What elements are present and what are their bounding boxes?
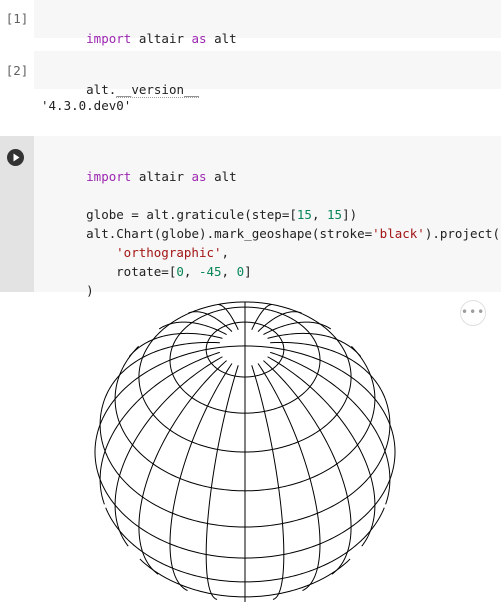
meridian-line	[257, 311, 302, 332]
code-token: altair	[131, 169, 192, 184]
meridian-line	[104, 341, 220, 399]
code-cell-2[interactable]: [2] alt.__version__	[0, 51, 501, 98]
meridian-line	[267, 332, 362, 357]
cell-1-editor[interactable]: import altair as alt	[34, 0, 501, 46]
code-line-6: rotate=[0, -45, 0]	[71, 243, 252, 300]
code-string: 'black'	[372, 226, 425, 241]
code-token: ]	[244, 264, 252, 279]
meridian-line	[114, 356, 223, 547]
code-number: 0	[176, 264, 184, 279]
code-token: ,	[221, 264, 237, 279]
code-number: -45	[198, 264, 222, 279]
code-token: alt	[206, 169, 237, 184]
code-token: )	[86, 283, 94, 298]
keyword-as: as	[191, 169, 207, 184]
cell-2-editor[interactable]: alt.__version__	[34, 51, 501, 98]
cell-2-output: '4.3.0.dev0'	[41, 98, 132, 113]
keyword-import: import	[86, 31, 132, 46]
play-icon[interactable]	[7, 149, 24, 166]
code-cell-3[interactable]: import altair as alt globe = alt.graticu…	[0, 136, 501, 298]
globe-chart	[94, 301, 396, 602]
code-token: altair	[131, 31, 192, 46]
code-cell-1[interactable]: [1] import altair as alt	[0, 0, 501, 46]
code-token: alt.	[86, 82, 117, 97]
more-horizontal-icon[interactable]: •••	[460, 300, 486, 326]
cell-3-editor[interactable]: import altair as alt globe = alt.graticu…	[34, 136, 501, 298]
code-token: alt	[206, 31, 237, 46]
meridian-line	[251, 365, 285, 600]
code-token: ,	[183, 264, 199, 279]
code-number: 0	[236, 264, 245, 279]
cell-1-prompt: [1]	[5, 11, 29, 26]
keyword-as: as	[191, 31, 207, 46]
meridian-line	[205, 365, 239, 600]
meridian-line	[188, 311, 233, 332]
keyword-import: import	[86, 169, 132, 184]
meridian-line	[267, 356, 376, 547]
meridian-line	[270, 341, 386, 399]
code-token: ).project(	[424, 226, 501, 241]
meridian-line	[128, 332, 223, 357]
cell-2-prompt: [2]	[5, 63, 29, 78]
code-token: __version__	[116, 82, 200, 98]
code-line-7: )	[41, 262, 94, 319]
code-token: rotate=[	[116, 264, 177, 279]
